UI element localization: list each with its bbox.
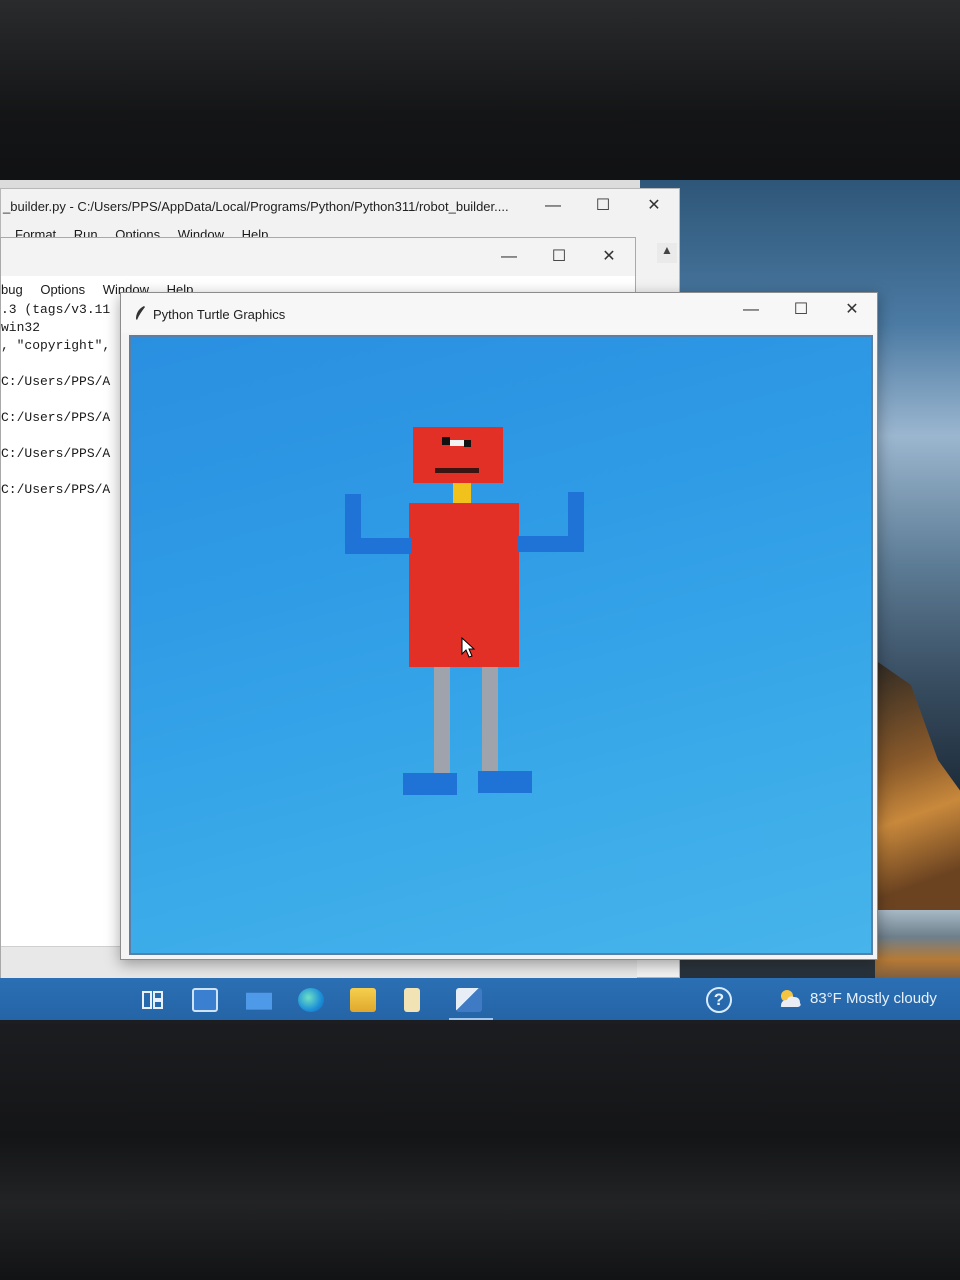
- editor-maximize-button[interactable]: ☐: [591, 195, 615, 217]
- shell-line: win32: [1, 320, 41, 335]
- weather-condition: Mostly cloudy: [846, 990, 937, 1007]
- shell-minimize-button[interactable]: —: [497, 246, 521, 268]
- edge-icon[interactable]: [298, 988, 324, 1012]
- shell-line: C:/Users/PPS/A: [1, 482, 111, 497]
- robot-eye-white: [450, 440, 464, 446]
- robot-head: [413, 427, 503, 483]
- scroll-up-arrow-icon[interactable]: ▲: [657, 243, 677, 263]
- temperature: 83°F: [810, 990, 842, 1007]
- shell-close-button[interactable]: ✕: [597, 246, 621, 268]
- monitor-bezel-bottom: [0, 1020, 960, 1280]
- editor-titlebar[interactable]: _builder.py - C:/Users/PPS/AppData/Local…: [1, 189, 679, 223]
- weather-readout[interactable]: 83°F Mostly cloudy: [810, 990, 937, 1007]
- robot-right-leg: [482, 667, 498, 773]
- robot-neck: [453, 483, 471, 503]
- robot-right-eye: [464, 440, 471, 447]
- shell-line: C:/Users/PPS/A: [1, 410, 111, 425]
- shell-line: .3 (tags/v3.11: [1, 302, 111, 317]
- turtle-close-button[interactable]: ✕: [840, 299, 864, 321]
- taskbar: ? 83°F Mostly cloudy: [0, 978, 960, 1022]
- turtle-maximize-button[interactable]: ☐: [789, 299, 813, 321]
- robot-right-foot: [478, 771, 532, 793]
- shell-line: C:/Users/PPS/A: [1, 446, 111, 461]
- task-view-icon[interactable]: [140, 988, 166, 1012]
- python-idle-icon[interactable]: [456, 988, 482, 1012]
- feather-icon: [136, 306, 145, 320]
- weather-cloudy-icon[interactable]: [776, 986, 804, 1010]
- robot-left-eye: [442, 437, 450, 445]
- shell-line: , "copyright",: [1, 338, 111, 353]
- store-icon[interactable]: [192, 988, 218, 1012]
- robot-left-leg: [434, 667, 450, 773]
- turtle-window-title: Python Turtle Graphics: [153, 307, 286, 322]
- screen: _builder.py - C:/Users/PPS/AppData/Local…: [0, 180, 960, 1025]
- robot-left-arm: [345, 538, 411, 554]
- mail-icon[interactable]: [246, 992, 272, 1010]
- editor-close-button[interactable]: ✕: [642, 195, 666, 217]
- shell-menu-debug[interactable]: bug: [1, 282, 23, 297]
- shell-maximize-button[interactable]: ☐: [547, 246, 571, 268]
- turtle-canvas[interactable]: [129, 335, 873, 955]
- editor-minimize-button[interactable]: —: [541, 195, 565, 217]
- editor-title: _builder.py - C:/Users/PPS/AppData/Local…: [3, 199, 509, 214]
- help-icon[interactable]: ?: [706, 987, 732, 1013]
- document-icon[interactable]: [404, 988, 420, 1012]
- file-explorer-icon[interactable]: [350, 988, 376, 1012]
- shell-titlebar[interactable]: — ☐ ✕: [1, 238, 635, 276]
- robot-right-arm: [517, 536, 584, 552]
- turtle-minimize-button[interactable]: —: [739, 299, 763, 321]
- shell-line: C:/Users/PPS/A: [1, 374, 111, 389]
- turtle-titlebar[interactable]: Python Turtle Graphics — ☐ ✕: [121, 293, 877, 333]
- mouse-cursor-icon: [461, 637, 476, 658]
- robot-mouth: [435, 468, 479, 473]
- monitor-bezel-top: [0, 0, 960, 190]
- turtle-graphics-window[interactable]: Python Turtle Graphics — ☐ ✕: [120, 292, 878, 960]
- robot-left-foot: [403, 773, 457, 795]
- shell-menu-options[interactable]: Options: [40, 282, 85, 297]
